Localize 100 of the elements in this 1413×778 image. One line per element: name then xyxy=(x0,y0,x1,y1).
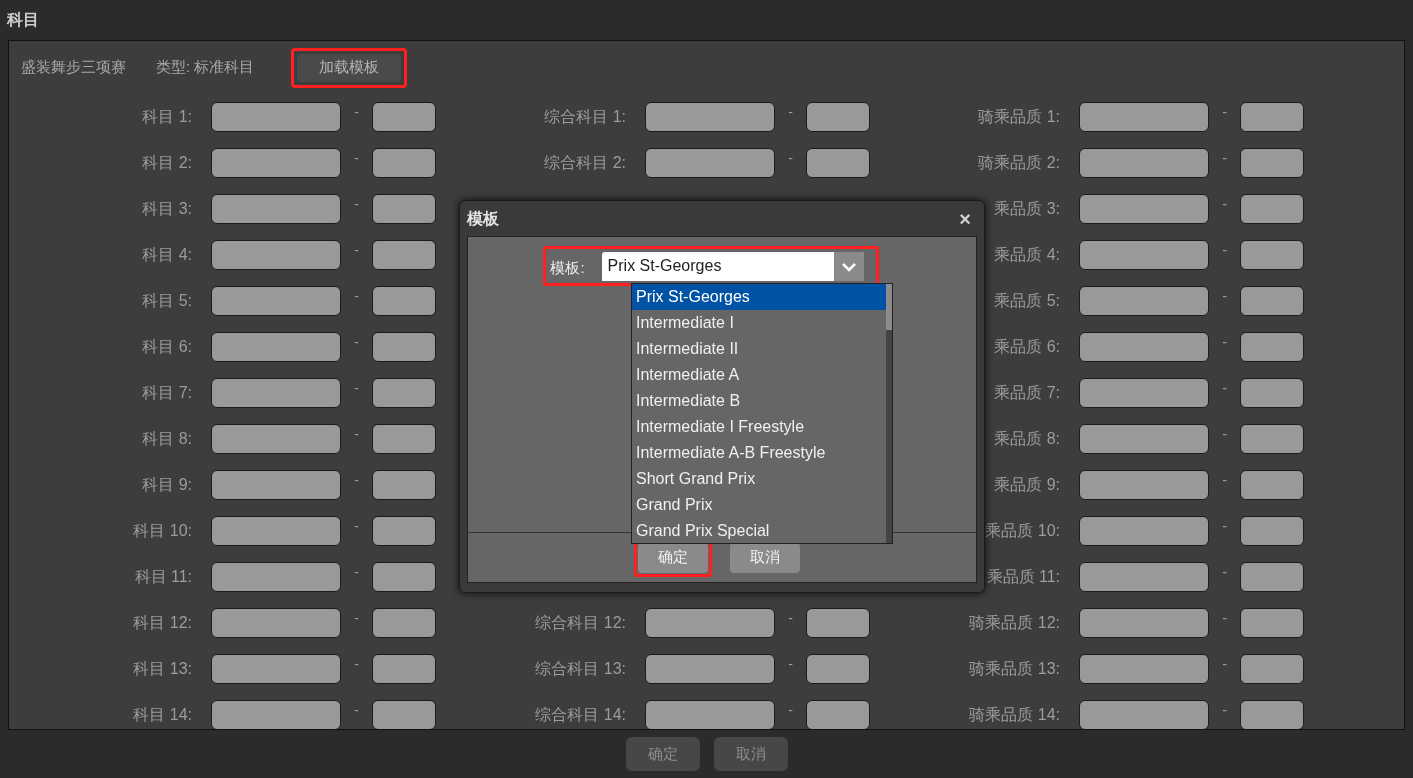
input-field[interactable] xyxy=(1079,378,1209,408)
input-field[interactable] xyxy=(806,700,870,729)
input-field[interactable] xyxy=(1240,608,1304,638)
field-label: 科目 6: xyxy=(142,337,192,357)
dropdown-option[interactable]: Short Grand Prix xyxy=(632,466,886,492)
input-field[interactable] xyxy=(1079,424,1209,454)
input-field[interactable] xyxy=(1079,700,1209,729)
input-field[interactable] xyxy=(645,608,775,638)
input-field[interactable] xyxy=(1079,608,1209,638)
input-field[interactable] xyxy=(806,102,870,132)
input-field[interactable] xyxy=(372,378,436,408)
dropdown-option[interactable]: Intermediate B xyxy=(632,388,886,414)
input-field[interactable] xyxy=(372,148,436,178)
dialog-button[interactable]: 确定 xyxy=(638,542,708,573)
range-separator: - xyxy=(354,608,359,628)
input-field[interactable] xyxy=(1079,102,1209,132)
window-title: 科目 xyxy=(7,10,39,30)
event-name: 盛装舞步三项赛 xyxy=(21,57,126,78)
input-field[interactable] xyxy=(211,378,341,408)
field-label: 科目 14: xyxy=(133,705,192,725)
input-field[interactable] xyxy=(211,194,341,224)
input-field[interactable] xyxy=(211,700,341,729)
input-field[interactable] xyxy=(1240,194,1304,224)
input-field[interactable] xyxy=(1240,378,1304,408)
input-field[interactable] xyxy=(372,332,436,362)
input-field[interactable] xyxy=(1240,700,1304,729)
input-field[interactable] xyxy=(1240,286,1304,316)
input-field[interactable] xyxy=(372,470,436,500)
input-field[interactable] xyxy=(1079,654,1209,684)
input-field[interactable] xyxy=(1240,332,1304,362)
input-field[interactable] xyxy=(211,240,341,270)
field-label: 科目 4: xyxy=(142,245,192,265)
field-label: 乘品质 7: xyxy=(994,383,1060,403)
input-field[interactable] xyxy=(1079,286,1209,316)
input-field[interactable] xyxy=(1079,470,1209,500)
input-field[interactable] xyxy=(211,286,341,316)
scrollbar-thumb[interactable] xyxy=(886,284,892,330)
field-label: 乘品质 10: xyxy=(985,521,1060,541)
input-field[interactable] xyxy=(372,194,436,224)
input-field[interactable] xyxy=(1240,102,1304,132)
range-separator: - xyxy=(1222,286,1227,306)
close-button[interactable]: × xyxy=(959,208,971,229)
input-field[interactable] xyxy=(1240,470,1304,500)
range-separator: - xyxy=(788,700,793,720)
input-field[interactable] xyxy=(1079,240,1209,270)
dropdown-option[interactable]: Prix St-Georges xyxy=(632,284,886,310)
input-field[interactable] xyxy=(1079,562,1209,592)
input-field[interactable] xyxy=(1240,516,1304,546)
input-field[interactable] xyxy=(1240,654,1304,684)
input-field[interactable] xyxy=(211,608,341,638)
input-field[interactable] xyxy=(211,562,341,592)
input-field[interactable] xyxy=(1240,424,1304,454)
input-field[interactable] xyxy=(372,286,436,316)
input-field[interactable] xyxy=(806,654,870,684)
input-field[interactable] xyxy=(1240,562,1304,592)
input-field[interactable] xyxy=(645,700,775,729)
input-field[interactable] xyxy=(211,470,341,500)
input-field[interactable] xyxy=(211,148,341,178)
input-field[interactable] xyxy=(1079,194,1209,224)
input-field[interactable] xyxy=(1079,148,1209,178)
dropdown-option[interactable]: Intermediate I xyxy=(632,310,886,336)
input-field[interactable] xyxy=(372,700,436,729)
dropdown-option[interactable]: Intermediate I Freestyle xyxy=(632,414,886,440)
input-field[interactable] xyxy=(211,424,341,454)
input-field[interactable] xyxy=(211,332,341,362)
dropdown-option[interactable]: Grand Prix xyxy=(632,492,886,518)
range-separator: - xyxy=(354,286,359,306)
input-field[interactable] xyxy=(1079,332,1209,362)
input-field[interactable] xyxy=(1240,240,1304,270)
input-field[interactable] xyxy=(372,562,436,592)
input-field[interactable] xyxy=(372,424,436,454)
input-field[interactable] xyxy=(372,102,436,132)
dropdown-option[interactable]: Intermediate A-B Freestyle xyxy=(632,440,886,466)
input-field[interactable] xyxy=(806,608,870,638)
input-field[interactable] xyxy=(372,516,436,546)
input-field[interactable] xyxy=(806,148,870,178)
load-template-button[interactable]: 加载模板 xyxy=(297,53,402,82)
input-field[interactable] xyxy=(372,240,436,270)
dropdown-option[interactable]: Intermediate II xyxy=(632,336,886,362)
footer-button[interactable]: 取消 xyxy=(713,737,788,771)
dropdown-option[interactable]: Grand Prix Special xyxy=(632,518,886,543)
range-separator: - xyxy=(1222,608,1227,628)
input-field[interactable] xyxy=(645,654,775,684)
template-select[interactable]: Prix St-Georges xyxy=(601,251,864,281)
input-field[interactable] xyxy=(1240,148,1304,178)
field-label: 乘品质 8: xyxy=(994,429,1060,449)
footer-button[interactable]: 确定 xyxy=(625,737,700,771)
dropdown-option[interactable]: Intermediate A xyxy=(632,362,886,388)
input-field[interactable] xyxy=(1079,516,1209,546)
field-label: 科目 2: xyxy=(142,153,192,173)
range-separator: - xyxy=(354,654,359,674)
input-field[interactable] xyxy=(372,608,436,638)
input-field[interactable] xyxy=(211,102,341,132)
dialog-button[interactable]: 取消 xyxy=(730,542,800,573)
input-field[interactable] xyxy=(211,516,341,546)
field-label: 科目 13: xyxy=(133,659,192,679)
input-field[interactable] xyxy=(645,148,775,178)
input-field[interactable] xyxy=(372,654,436,684)
input-field[interactable] xyxy=(211,654,341,684)
input-field[interactable] xyxy=(645,102,775,132)
